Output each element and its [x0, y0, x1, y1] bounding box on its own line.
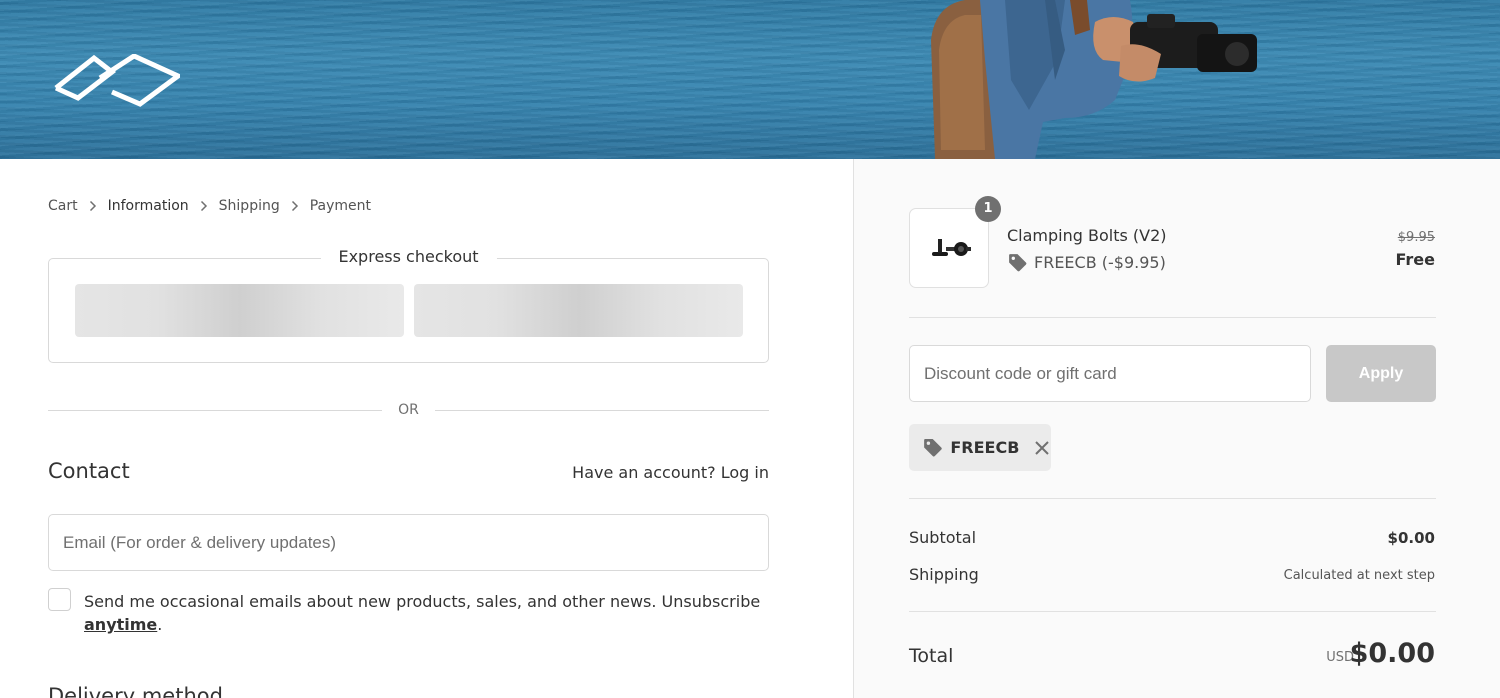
- or-divider: OR: [48, 401, 769, 421]
- newsletter-end: .: [157, 615, 163, 634]
- unsubscribe-link[interactable]: anytime: [84, 615, 157, 634]
- chevron-right-icon: [194, 199, 214, 213]
- chevron-right-icon: [83, 199, 103, 213]
- breadcrumb-information: Information: [107, 198, 189, 214]
- login-link[interactable]: Log in: [721, 463, 769, 482]
- product-thumbnail: [909, 208, 989, 288]
- express-checkout-box: Express checkout: [48, 247, 769, 363]
- delivery-heading: Delivery method: [48, 684, 223, 698]
- breadcrumb: Cart Information Shipping Payment: [48, 198, 371, 214]
- tag-icon: [924, 438, 942, 457]
- discount-code-input[interactable]: [909, 345, 1311, 402]
- total-label: Total: [909, 645, 954, 667]
- quantity-badge: 1: [975, 196, 1001, 222]
- subtotal-value: $0.00: [1387, 529, 1435, 547]
- express-pay-button-1[interactable]: [75, 284, 404, 337]
- summary-divider: [909, 498, 1436, 499]
- breadcrumb-shipping: Shipping: [218, 198, 280, 214]
- apply-button[interactable]: Apply: [1326, 345, 1436, 402]
- breadcrumb-payment: Payment: [309, 198, 372, 214]
- chevron-right-icon: [285, 199, 305, 213]
- summary-divider: [909, 317, 1436, 318]
- total-amount: $0.00: [1349, 638, 1435, 669]
- product-discount: FREECB (-$9.95): [1007, 252, 1166, 273]
- summary-divider: [909, 611, 1436, 612]
- applied-discount-code: FREECB: [950, 438, 1020, 457]
- remove-discount-icon[interactable]: [1032, 438, 1051, 458]
- breadcrumb-cart[interactable]: Cart: [48, 198, 78, 214]
- express-checkout-title: Express checkout: [320, 247, 497, 266]
- shipping-label: Shipping: [909, 565, 979, 584]
- product-name: Clamping Bolts (V2): [1007, 226, 1167, 245]
- tag-icon: [1009, 254, 1027, 272]
- account-login: Have an account? Log in: [572, 463, 769, 482]
- applied-discount-chip: FREECB: [909, 424, 1051, 471]
- divider-line: [435, 410, 769, 411]
- email-input[interactable]: [48, 514, 769, 571]
- account-prompt: Have an account?: [572, 463, 716, 482]
- header-banner: [0, 0, 1500, 159]
- order-summary: 1 Clamping Bolts (V2) FREECB (-$9.95) $9…: [853, 159, 1500, 698]
- newsletter-label: Send me occasional emails about new prod…: [84, 590, 764, 636]
- contact-heading: Contact: [48, 459, 130, 483]
- brand-logo-icon[interactable]: [54, 54, 180, 108]
- newsletter-text: Send me occasional emails about new prod…: [84, 592, 761, 611]
- checkout-main: Cart Information Shipping Payment Expres…: [0, 159, 853, 698]
- final-price: Free: [1395, 250, 1436, 269]
- express-pay-button-2[interactable]: [414, 284, 743, 337]
- product-discount-text: FREECB (-$9.95): [1034, 253, 1166, 272]
- clamping-bolt-icon: [932, 239, 971, 256]
- subtotal-label: Subtotal: [909, 528, 977, 547]
- shipping-value: Calculated at next step: [1283, 568, 1435, 583]
- photographer-illustration: [931, 0, 1257, 159]
- newsletter-checkbox[interactable]: [48, 588, 71, 611]
- original-price: $9.95: [1397, 230, 1435, 245]
